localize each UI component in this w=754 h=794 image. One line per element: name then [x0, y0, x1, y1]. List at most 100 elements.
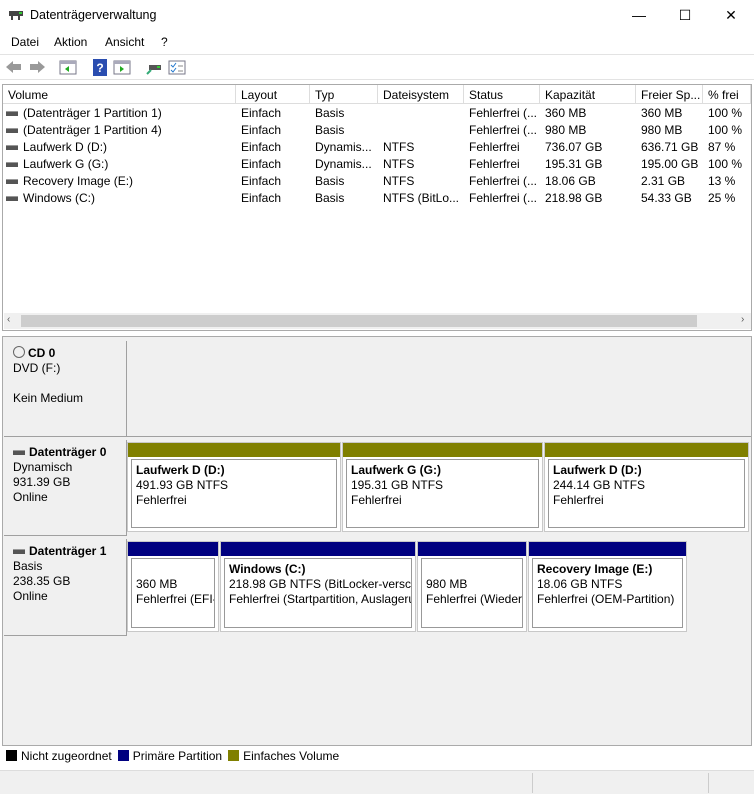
scrollbar-thumb[interactable] [21, 315, 697, 327]
column-header[interactable]: Typ [310, 85, 378, 104]
table-row[interactable]: Recovery Image (E:) Einfach Basis NTFS Fehle… [3, 172, 751, 189]
cell-text: Einfach [241, 106, 282, 120]
disk-area [127, 341, 751, 437]
disk-info: DVD (F:) [13, 361, 61, 375]
table-cell: (Datenträger 1 Partition 1) [6, 104, 233, 121]
cell-text: 100 % [708, 157, 743, 171]
cell-text: Fehlerfrei (... [469, 191, 538, 205]
table-row[interactable]: (Datenträger 1 Partition 4) Einfach Basis F… [3, 121, 751, 138]
disk-name-text: Datenträger 0 [29, 445, 107, 459]
scroll-right-icon[interactable]: › [741, 314, 744, 325]
column-header[interactable]: % frei [703, 85, 751, 104]
scroll-left-icon[interactable]: ‹ [7, 314, 10, 325]
cell-text: NTFS (BitLo... [383, 191, 460, 205]
show-hide-console-tree-icon[interactable] [59, 59, 77, 76]
table-cell: 195.31 GB [545, 155, 635, 172]
table-cell: 100 % [708, 121, 750, 138]
legend-swatch [117, 750, 129, 761]
show-hide-action-pane-icon[interactable] [113, 59, 131, 76]
table-row[interactable]: Windows (C:) Einfach Basis NTFS (BitLo... Fe… [3, 189, 751, 206]
window-title: Datenträgerverwaltung [30, 8, 157, 22]
disk-info: Basis [13, 559, 43, 573]
partition[interactable]: Windows (C:) 218.98 GB NTFS (BitLocker-ve… [220, 541, 416, 632]
cell-text: 54.33 GB [641, 191, 692, 205]
cell-text: Laufwerk D (D:) [23, 140, 108, 154]
partition[interactable]: Laufwerk D (D:) 244.14 GB NTFS Fehlerfrei [544, 442, 749, 532]
cell-text: 360 MB [545, 106, 587, 120]
cell-text: Dynamis... [315, 157, 372, 171]
partition-size: 244.14 GB NTFS [553, 478, 646, 492]
forward-icon[interactable] [28, 59, 46, 76]
menu-aktion[interactable]: Aktion [54, 35, 87, 49]
close-button[interactable]: ✕ [708, 0, 754, 32]
menu-help[interactable]: ? [161, 35, 168, 49]
back-icon[interactable] [5, 59, 23, 76]
table-cell: 980 MB [641, 121, 702, 138]
column-header[interactable]: Kapazität [540, 85, 636, 104]
table-cell: Einfach [241, 104, 309, 121]
cell-text: 360 MB [641, 106, 683, 120]
disk-label[interactable]: CD 0 DVD (F:) Kein Medium [4, 341, 127, 437]
legend-label: Nicht zugeordnet [21, 749, 112, 763]
menu-bar: Datei Aktion Ansicht ? [0, 32, 754, 52]
partition-size: 360 MB [136, 577, 178, 591]
partition[interactable]: 360 MBFehlerfrei (EFI-S [127, 541, 219, 632]
cell-text: 980 MB [641, 123, 683, 137]
table-cell: 736.07 GB [545, 138, 635, 155]
partition-info: 360 MBFehlerfrei (EFI-S [131, 558, 215, 628]
legend-swatch [228, 750, 240, 761]
menu-ansicht[interactable]: Ansicht [105, 35, 144, 49]
cell-text: Fehlerfrei [469, 157, 520, 171]
partition[interactable]: Recovery Image (E:) 18.06 GB NTFS Fehlerfr… [528, 541, 687, 632]
status-divider [708, 773, 709, 793]
partition-color-bar [418, 542, 526, 556]
minimize-button[interactable]: — [616, 0, 662, 32]
properties-icon[interactable] [168, 59, 186, 76]
partition-info: 980 MB Fehlerfrei (Wieder [421, 558, 523, 628]
menu-datei[interactable]: Datei [11, 35, 39, 49]
table-row[interactable]: Laufwerk G (G:) Einfach Dynamis... NTFS Fehl… [3, 155, 751, 172]
toolbar: ? [0, 54, 754, 80]
partition-title [136, 562, 214, 577]
column-header[interactable]: Status [464, 85, 540, 104]
partition[interactable]: 980 MB Fehlerfrei (Wieder [417, 541, 527, 632]
partition-info: Laufwerk G (G:) 195.31 GB NTFS Fehlerfrei [346, 459, 539, 528]
drive-icon [6, 128, 18, 134]
cell-text: Basis [315, 191, 345, 205]
horizontal-scrollbar[interactable]: ‹ › [4, 313, 751, 329]
column-header[interactable]: Layout [236, 85, 310, 104]
table-cell: NTFS [383, 155, 463, 172]
column-header[interactable]: Volume [3, 85, 236, 104]
table-cell: Fehlerfrei (... [469, 189, 539, 206]
cell-text: 100 % [708, 123, 743, 137]
table-cell: 195.00 GB [641, 155, 702, 172]
partition-color-bar [221, 542, 415, 556]
maximize-button[interactable]: ☐ [662, 0, 708, 32]
table-cell: Fehlerfrei (... [469, 172, 539, 189]
disk-label[interactable]: Datenträger 1 Basis 238.35 GB Online [4, 539, 127, 636]
partition-color-bar [128, 443, 340, 457]
partition-info: Laufwerk D (D:) 244.14 GB NTFS Fehlerfrei [548, 459, 745, 528]
legend-swatch [6, 750, 17, 761]
connect-drive-icon[interactable] [145, 59, 163, 76]
cell-text: Dynamis... [315, 140, 372, 154]
column-header[interactable]: Dateisystem [378, 85, 464, 104]
cell-text: Einfach [241, 191, 282, 205]
table-cell: Windows (C:) [6, 189, 233, 206]
disk-icon [13, 549, 25, 555]
disk-label[interactable]: Datenträger 0 Dynamisch 931.39 GB Online [4, 440, 127, 536]
column-header[interactable]: Freier Sp... [636, 85, 703, 104]
partition[interactable]: Laufwerk G (G:) 195.31 GB NTFS Fehlerfrei [342, 442, 543, 532]
cell-text: 13 % [708, 174, 736, 188]
table-row[interactable]: Laufwerk D (D:) Einfach Dynamis... NTFS Fehl… [3, 138, 751, 155]
title-bar: Datenträgerverwaltung — ☐ ✕ [0, 0, 754, 32]
partition[interactable]: Laufwerk D (D:) 491.93 GB NTFS Fehlerfrei [127, 442, 341, 532]
cell-text: Einfach [241, 174, 282, 188]
partition-title [426, 562, 522, 577]
help-icon[interactable]: ? [91, 59, 109, 76]
table-row[interactable]: (Datenträger 1 Partition 1) Einfach Basis F… [3, 104, 751, 121]
cell-text: Fehlerfrei (... [469, 106, 538, 120]
partition-title: Laufwerk D (D:) [136, 463, 225, 477]
partition-status: Fehlerfrei [553, 493, 604, 507]
table-cell: 54.33 GB [641, 189, 702, 206]
